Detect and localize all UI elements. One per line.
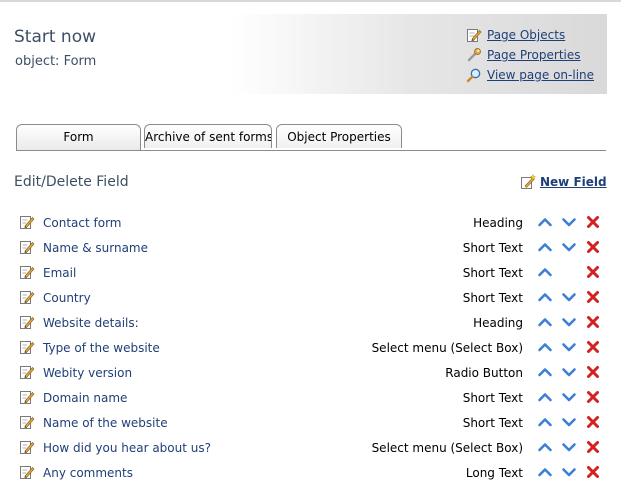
move-down-icon[interactable] (561, 364, 577, 380)
tab-archive[interactable]: Archive of sent forms (144, 124, 272, 148)
field-type: Short Text (462, 391, 523, 405)
move-up-icon[interactable] (537, 339, 553, 355)
edit-pencil-icon[interactable] (19, 214, 35, 230)
edit-pencil-icon[interactable] (19, 239, 35, 255)
page-objects-label[interactable]: Page Objects (487, 28, 565, 42)
edit-pencil-icon[interactable] (19, 414, 35, 430)
field-list: Contact form Heading Name & surname Shor… (0, 211, 621, 486)
field-type: Heading (473, 316, 523, 330)
edit-pencil-icon[interactable] (19, 364, 35, 380)
field-type: Long Text (465, 466, 523, 480)
move-up-icon[interactable] (537, 389, 553, 405)
view-online-link[interactable]: View page on-line (466, 65, 594, 85)
move-down-icon[interactable] (561, 289, 577, 305)
header-links: Page Objects Page Properties View page o… (466, 25, 594, 85)
field-row: Webity version Radio Button (0, 361, 621, 386)
field-row: Country Short Text (0, 286, 621, 311)
section-title: Edit/Delete Field (14, 174, 129, 190)
edit-pencil-icon[interactable] (19, 464, 35, 480)
field-row: Contact form Heading (0, 211, 621, 236)
field-type: Select menu (Select Box) (371, 441, 523, 455)
move-up-icon[interactable] (537, 239, 553, 255)
tab-form[interactable]: Form (16, 124, 141, 151)
move-down-icon[interactable] (561, 339, 577, 355)
move-down-icon[interactable] (561, 414, 577, 430)
field-type: Short Text (462, 266, 523, 280)
move-down-icon[interactable] (561, 389, 577, 405)
field-row: Website details: Heading (0, 311, 621, 336)
move-down-icon[interactable] (561, 439, 577, 455)
move-up-icon[interactable] (537, 264, 553, 280)
new-field-button[interactable]: New Field (520, 174, 607, 190)
field-name[interactable]: Country (43, 291, 91, 305)
field-name[interactable]: Contact form (43, 216, 121, 230)
edit-pencil-icon[interactable] (19, 289, 35, 305)
field-name[interactable]: Website details: (43, 316, 139, 330)
field-name[interactable]: Any comments (43, 466, 133, 480)
page-objects-link[interactable]: Page Objects (466, 25, 594, 45)
field-name[interactable]: How did you hear about us? (43, 441, 211, 455)
top-border (0, 0, 621, 2)
delete-icon[interactable] (585, 339, 601, 355)
page-subtitle: object: Form (15, 54, 97, 69)
field-type: Short Text (462, 416, 523, 430)
field-name[interactable]: Email (43, 266, 76, 280)
edit-pencil-icon[interactable] (19, 389, 35, 405)
new-field-label[interactable]: New Field (540, 175, 607, 189)
move-up-icon[interactable] (537, 364, 553, 380)
field-type: Short Text (462, 241, 523, 255)
field-name[interactable]: Name of the website (43, 416, 168, 430)
edit-pencil-icon[interactable] (19, 439, 35, 455)
move-down-icon[interactable] (561, 464, 577, 480)
field-row: Email Short Text (0, 261, 621, 286)
delete-icon[interactable] (585, 414, 601, 430)
move-up-icon[interactable] (537, 439, 553, 455)
delete-icon[interactable] (585, 464, 601, 480)
field-type: Heading (473, 216, 523, 230)
page-properties-label[interactable]: Page Properties (487, 48, 581, 62)
delete-icon[interactable] (585, 314, 601, 330)
move-down-icon[interactable] (561, 314, 577, 330)
field-row: Domain name Short Text (0, 386, 621, 411)
page-title: Start now (14, 27, 97, 47)
move-up-icon[interactable] (537, 314, 553, 330)
new-field-icon (520, 174, 536, 190)
field-name[interactable]: Type of the website (43, 341, 160, 355)
move-up-icon[interactable] (537, 464, 553, 480)
field-type: Short Text (462, 291, 523, 305)
field-row: How did you hear about us? Select menu (… (0, 436, 621, 461)
view-online-label[interactable]: View page on-line (487, 68, 594, 82)
delete-icon[interactable] (585, 214, 601, 230)
page-header: Start now object: Form Page Objects Page… (0, 14, 607, 94)
move-down-icon[interactable] (561, 239, 577, 255)
delete-icon[interactable] (585, 239, 601, 255)
tab-object-properties[interactable]: Object Properties (276, 124, 402, 148)
move-up-icon[interactable] (537, 414, 553, 430)
edit-pencil-icon[interactable] (19, 264, 35, 280)
field-type: Select menu (Select Box) (371, 341, 523, 355)
pencil-page-icon (466, 27, 482, 43)
delete-icon[interactable] (585, 289, 601, 305)
edit-pencil-icon[interactable] (19, 339, 35, 355)
delete-icon[interactable] (585, 264, 601, 280)
field-name[interactable]: Webity version (43, 366, 132, 380)
delete-icon[interactable] (585, 389, 601, 405)
delete-icon[interactable] (585, 364, 601, 380)
field-name[interactable]: Domain name (43, 391, 127, 405)
page-properties-link[interactable]: Page Properties (466, 45, 594, 65)
field-type: Radio Button (445, 366, 523, 380)
field-row: Name of the website Short Text (0, 411, 621, 436)
magnifier-icon (466, 67, 482, 83)
wrench-icon (466, 47, 482, 63)
move-down-icon[interactable] (561, 214, 577, 230)
field-row: Any comments Long Text (0, 461, 621, 486)
field-row: Name & surname Short Text (0, 236, 621, 261)
edit-pencil-icon[interactable] (19, 314, 35, 330)
move-up-icon[interactable] (537, 289, 553, 305)
field-name[interactable]: Name & surname (43, 241, 148, 255)
delete-icon[interactable] (585, 439, 601, 455)
tab-divider (16, 150, 606, 151)
move-up-icon[interactable] (537, 214, 553, 230)
field-row: Type of the website Select menu (Select … (0, 336, 621, 361)
